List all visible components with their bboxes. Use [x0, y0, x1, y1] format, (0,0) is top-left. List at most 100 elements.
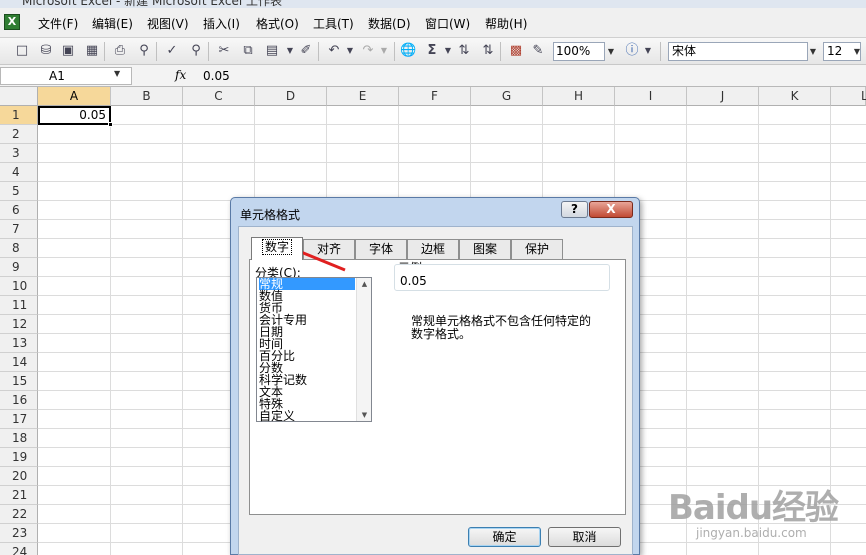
- row-header-14[interactable]: 14: [0, 353, 38, 372]
- font-name-field[interactable]: 宋体: [668, 42, 808, 61]
- font-name-dropdown-arrow-icon[interactable]: ▼: [806, 42, 820, 61]
- autosum-arrow-icon[interactable]: ▼: [440, 43, 456, 59]
- menu-tools[interactable]: 工具(T): [313, 15, 354, 32]
- cancel-button[interactable]: 取消: [548, 527, 621, 547]
- ok-button[interactable]: 确定: [468, 527, 541, 547]
- undo-arrow-icon[interactable]: ▼: [342, 43, 358, 59]
- row-header-4[interactable]: 4: [0, 163, 38, 182]
- row-header-22[interactable]: 22: [0, 505, 38, 524]
- column-header-e[interactable]: E: [327, 87, 399, 106]
- row-header-17[interactable]: 17: [0, 410, 38, 429]
- row-header-15[interactable]: 15: [0, 372, 38, 391]
- menu-window[interactable]: 窗口(W): [425, 15, 470, 32]
- print-icon[interactable]: ⎙: [112, 43, 128, 59]
- row-header-19[interactable]: 19: [0, 448, 38, 467]
- hyperlink-icon[interactable]: 🌐: [400, 43, 416, 59]
- column-header-b[interactable]: B: [111, 87, 183, 106]
- sort-ascending-icon[interactable]: ⇅: [456, 43, 472, 59]
- undo-icon[interactable]: ↶: [326, 43, 342, 59]
- zoom-field[interactable]: 100%: [553, 42, 605, 61]
- scroll-up-icon[interactable]: ▲: [357, 278, 372, 290]
- tab-patterns[interactable]: 图案: [459, 239, 511, 259]
- menu-insert[interactable]: 插入(I): [203, 15, 240, 32]
- row-header-7[interactable]: 7: [0, 220, 38, 239]
- menu-help[interactable]: 帮助(H): [485, 15, 527, 32]
- toolbar-separator: [394, 42, 395, 61]
- excel-app-icon[interactable]: X: [4, 14, 20, 30]
- column-header-j[interactable]: J: [687, 87, 759, 106]
- row-header-23[interactable]: 23: [0, 524, 38, 543]
- tab-font[interactable]: 字体: [355, 239, 407, 259]
- column-header-f[interactable]: F: [399, 87, 471, 106]
- column-header-c[interactable]: C: [183, 87, 255, 106]
- format-painter-icon[interactable]: ✐: [298, 43, 314, 59]
- research-icon[interactable]: ⚲: [188, 43, 204, 59]
- menu-format[interactable]: 格式(O): [256, 15, 299, 32]
- zoom-dropdown-arrow-icon[interactable]: ▼: [604, 42, 618, 61]
- name-box[interactable]: A1: [0, 67, 132, 85]
- tab-alignment[interactable]: 对齐: [303, 239, 355, 259]
- row-header-5[interactable]: 5: [0, 182, 38, 201]
- row-header-6[interactable]: 6: [0, 201, 38, 220]
- tab-protection[interactable]: 保护: [511, 239, 563, 259]
- row-header-13[interactable]: 13: [0, 334, 38, 353]
- row-header-1[interactable]: 1: [0, 106, 38, 125]
- tab-number[interactable]: 数字: [251, 237, 303, 260]
- dialog-close-button[interactable]: X: [589, 201, 633, 218]
- dialog-help-button[interactable]: ?: [561, 201, 588, 218]
- column-header-g[interactable]: G: [471, 87, 543, 106]
- permission-icon[interactable]: ▦: [84, 43, 100, 59]
- category-custom[interactable]: 自定义: [259, 410, 355, 422]
- copy-icon[interactable]: ⧉: [240, 43, 256, 59]
- active-cell-a1[interactable]: 0.05: [38, 106, 111, 125]
- row-header-20[interactable]: 20: [0, 467, 38, 486]
- menu-file[interactable]: 文件(F): [38, 15, 78, 32]
- insert-function-icon[interactable]: fx: [175, 68, 186, 82]
- fill-handle[interactable]: [108, 122, 113, 127]
- row-header-8[interactable]: 8: [0, 239, 38, 258]
- row-header-24[interactable]: 24: [0, 543, 38, 555]
- help-arrow-icon[interactable]: ▼: [640, 43, 656, 59]
- sort-descending-icon[interactable]: ⇅: [480, 43, 496, 59]
- drawing-icon[interactable]: ✎: [530, 43, 546, 59]
- column-header-a[interactable]: A: [38, 87, 111, 106]
- row-header-18[interactable]: 18: [0, 429, 38, 448]
- row-header-10[interactable]: 10: [0, 277, 38, 296]
- row-header-3[interactable]: 3: [0, 144, 38, 163]
- menu-data[interactable]: 数据(D): [368, 15, 411, 32]
- column-header-i[interactable]: I: [615, 87, 687, 106]
- category-scrollbar[interactable]: ▲ ▼: [356, 278, 371, 421]
- column-header-l[interactable]: L: [831, 87, 866, 106]
- open-icon[interactable]: ⛁: [38, 43, 54, 59]
- autosum-icon[interactable]: Σ: [424, 43, 440, 59]
- select-all-corner[interactable]: [0, 87, 38, 106]
- paste-options-arrow-icon[interactable]: ▼: [282, 43, 298, 59]
- row-header-9[interactable]: 9: [0, 258, 38, 277]
- row-header-11[interactable]: 11: [0, 296, 38, 315]
- formula-input[interactable]: 0.05: [203, 69, 230, 83]
- help-icon[interactable]: ⓘ: [624, 43, 640, 59]
- column-header-h[interactable]: H: [543, 87, 615, 106]
- column-header-k[interactable]: K: [759, 87, 831, 106]
- font-size-dropdown-arrow-icon[interactable]: ▼: [850, 42, 864, 61]
- redo-icon[interactable]: ↷: [360, 43, 376, 59]
- category-list[interactable]: 常规 数值 货币 会计专用 日期 时间 百分比 分数 科学记数 文本 特殊 自定…: [256, 277, 372, 422]
- row-header-16[interactable]: 16: [0, 391, 38, 410]
- name-box-dropdown-icon[interactable]: ▼: [114, 69, 120, 78]
- tab-border[interactable]: 边框: [407, 239, 459, 259]
- menu-edit[interactable]: 编辑(E): [92, 15, 133, 32]
- print-preview-icon[interactable]: ⚲: [136, 43, 152, 59]
- row-header-21[interactable]: 21: [0, 486, 38, 505]
- redo-arrow-icon[interactable]: ▼: [376, 43, 392, 59]
- cut-icon[interactable]: ✂: [216, 43, 232, 59]
- new-icon[interactable]: □: [14, 43, 30, 59]
- spelling-icon[interactable]: ✓: [164, 43, 180, 59]
- chart-wizard-icon[interactable]: ▩: [508, 43, 524, 59]
- row-header-12[interactable]: 12: [0, 315, 38, 334]
- column-header-d[interactable]: D: [255, 87, 327, 106]
- menu-view[interactable]: 视图(V): [147, 15, 189, 32]
- save-icon[interactable]: ▣: [60, 43, 76, 59]
- row-header-2[interactable]: 2: [0, 125, 38, 144]
- scroll-down-icon[interactable]: ▼: [357, 409, 372, 421]
- paste-icon[interactable]: ▤: [264, 43, 280, 59]
